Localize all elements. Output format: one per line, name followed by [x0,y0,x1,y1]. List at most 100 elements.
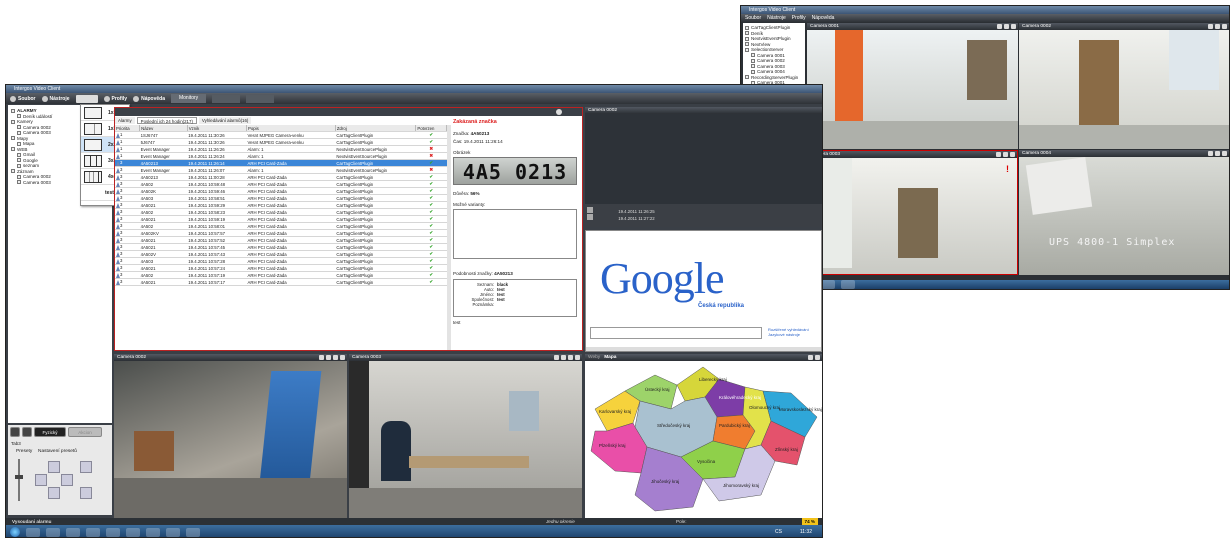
variants-box[interactable] [453,209,577,259]
secondary-cam-3[interactable]: Camera 0003 ! [807,150,1018,275]
rewind-icon[interactable] [587,214,593,220]
secondary-cam-4[interactable]: Camera 0004 UPS 4800-1 Simplex [1019,150,1229,275]
camera-top-panel[interactable]: Camera 0002 19.4.2011 11:26:25 19.4.2011… [585,107,822,227]
cam-record-icon[interactable] [568,355,573,360]
close-icon[interactable] [1011,24,1016,29]
menu-help[interactable]: Nápověda [133,95,165,102]
table-row[interactable]: 3 4A502 19.4.2011 10:58:23 ARH PCI Card-Zad… [115,208,447,216]
cam-maximize-icon[interactable] [1215,151,1220,156]
ptz-left-icon[interactable] [35,474,47,486]
table-row[interactable]: 3 4A502 19.4.2011 10:59:48 ARH PCI Card-Zad… [115,180,447,188]
menu-tools[interactable]: Nástroje [41,95,70,102]
cam-maximize-icon[interactable] [1004,24,1009,29]
tab-alarms[interactable]: Alarmy [115,117,135,124]
list-alt-icon[interactable] [22,427,32,437]
tray-clock[interactable]: 11:32 [800,529,812,535]
explorer-icon[interactable] [26,527,40,537]
task-icon[interactable] [821,280,835,289]
table-row[interactable]: 3 4A502V 19.4.2011 10:57:43 ARH PCI Card-Za… [115,250,447,258]
table-row[interactable]: 1 5J6747 19.4.2011 11:30:26 Vesnt MJPEG Cam… [115,138,447,146]
menu-monitors[interactable]: Monitory [170,94,207,103]
presets-tab[interactable]: Presety [16,449,32,454]
tab-webs[interactable]: Weby [588,355,600,360]
ptz-right-icon[interactable] [61,474,73,486]
menu-tools[interactable]: Nástroje [767,15,786,21]
table-row[interactable]: 3 4A502KV 19.4.2011 10:57:57 ARH PCI Card-Z… [115,229,447,237]
cam-maximize-icon[interactable] [1215,24,1220,29]
table-row[interactable]: 3 4A5021 19.4.2011 10:57:52 ARH PCI Card-Za… [115,236,447,244]
start-orb-icon[interactable] [10,527,20,537]
close-icon[interactable] [575,355,580,360]
monitor-slot[interactable] [246,94,275,103]
cam-snapshot-icon[interactable] [997,24,1002,29]
secondary-cam-2[interactable]: Camera 0002 [1019,23,1229,149]
cam-snapshot-icon[interactable] [1208,151,1213,156]
monitor-slot[interactable] [212,94,241,103]
cam-snapshot-icon[interactable] [319,355,324,360]
menu-profiles[interactable]: Profily [792,15,806,21]
network-icon[interactable] [166,527,180,537]
events-scrollbar[interactable] [447,125,451,350]
cam-record-icon[interactable] [808,355,813,360]
tab-map[interactable]: Mapa [604,355,616,360]
zoom-slider-handle[interactable] [15,475,23,479]
close-icon[interactable] [556,109,562,115]
ptz-up-icon[interactable] [48,461,60,473]
table-row[interactable]: 3 4A502 19.4.2011 10:58:01 ARH PCI Card-Zad… [115,222,447,230]
cam-snapshot-icon[interactable] [996,152,1001,157]
camera-0003-panel[interactable]: Camera 0003 [349,354,582,518]
table-row[interactable]: 3 4A5021 19.4.2011 10:59:19 ARH PCI Card-Za… [115,215,447,223]
secondary-cam-1[interactable]: Camera 0001 [807,23,1018,149]
preset-settings-tab[interactable]: Nastavení presetů [38,449,77,454]
table-row[interactable]: 1 Event Manager 19.4.2011 11:26:24 Alarm: 1… [115,152,447,160]
close-icon[interactable] [1010,152,1015,157]
list-icon[interactable] [10,427,20,437]
cam-maximize-icon[interactable] [326,355,331,360]
menu-help[interactable]: Nápověda [812,15,835,21]
table-row[interactable]: 3 4A502K 19.4.2011 10:59:46 ARH PCI Card-Za… [115,187,447,195]
menu-profiles[interactable]: Profily [103,95,127,102]
table-row[interactable]: 3 4A5021 19.4.2011 10:57:24 ARH PCI Card-Za… [115,264,447,272]
ie-icon[interactable] [106,527,120,537]
app-icon[interactable] [126,527,140,537]
table-row[interactable]: 1 Event Manager 19.4.2011 11:26:26 Alarm: 1… [115,145,447,153]
google-search-input[interactable] [590,327,762,339]
table-row[interactable]: 3 4A50213 19.4.2011 11:26:14 ARH PCI Card-Z… [115,159,447,167]
menu-file[interactable]: Soubor [745,15,761,21]
table-row[interactable]: 3 4A5021 19.4.2011 10:59:29 ARH PCI Card-Za… [115,201,447,209]
table-row[interactable]: 3 4A503 19.4.2011 10:57:28 ARH PCI Card-Zad… [115,257,447,265]
zoom-out-icon[interactable] [80,487,92,499]
messenger-icon[interactable] [66,527,80,537]
folder-icon[interactable] [86,527,100,537]
task-icon[interactable] [841,280,855,289]
table-row[interactable]: 3 4A50213 19.4.2011 11:00:28 ARH PCI Card-Z… [115,173,447,181]
cam-snapshot-icon[interactable] [554,355,559,360]
settings-icon[interactable] [146,527,160,537]
tab-last-24h[interactable]: Poslední ich 24 hodin(217) [136,117,197,124]
camera-0002-panel[interactable]: Camera 0002 [114,354,347,518]
google-advanced-link[interactable]: Rozšířené vyhledávání Jazykové nástroje [768,327,818,337]
play-icon[interactable] [587,207,593,213]
table-row[interactable]: 3 4A502 19.4.2011 10:57:19 ARH PCI Card-Zad… [115,271,447,279]
table-row[interactable]: 3 4A5021 19.4.2011 10:57:17 ARH PCI Card-Za… [115,278,447,286]
layout-dropdown[interactable] [75,94,98,103]
tab-alarm-search[interactable]: Vyhledávání alarmů(16) [198,117,252,124]
menu-file[interactable]: Soubor [10,95,36,102]
cam-record-icon[interactable] [333,355,338,360]
cam-snapshot-icon[interactable] [1208,24,1213,29]
close-icon[interactable] [815,355,820,360]
close-icon[interactable] [1222,151,1227,156]
close-icon[interactable] [1222,24,1227,29]
tray-language[interactable]: CS [775,529,782,535]
action-tab[interactable]: Akcion [68,427,102,437]
table-row[interactable]: 1 1SJ6747 19.4.2011 11:30:26 Vesnt MJPEG Ca… [115,131,447,139]
ptz-down-icon[interactable] [48,487,60,499]
zoom-in-icon[interactable] [80,461,92,473]
web-scrollbar[interactable] [586,347,821,351]
table-row[interactable]: 3 Event Manager 19.4.2011 11:26:07 Alarm: 1… [115,166,447,174]
table-row[interactable]: 3 4A503 19.4.2011 10:58:51 ARH PCI Card-Zad… [115,194,447,202]
cam-maximize-icon[interactable] [1003,152,1008,157]
cam-maximize-icon[interactable] [561,355,566,360]
close-icon[interactable] [340,355,345,360]
physical-tab[interactable]: Fyzický [34,427,66,437]
